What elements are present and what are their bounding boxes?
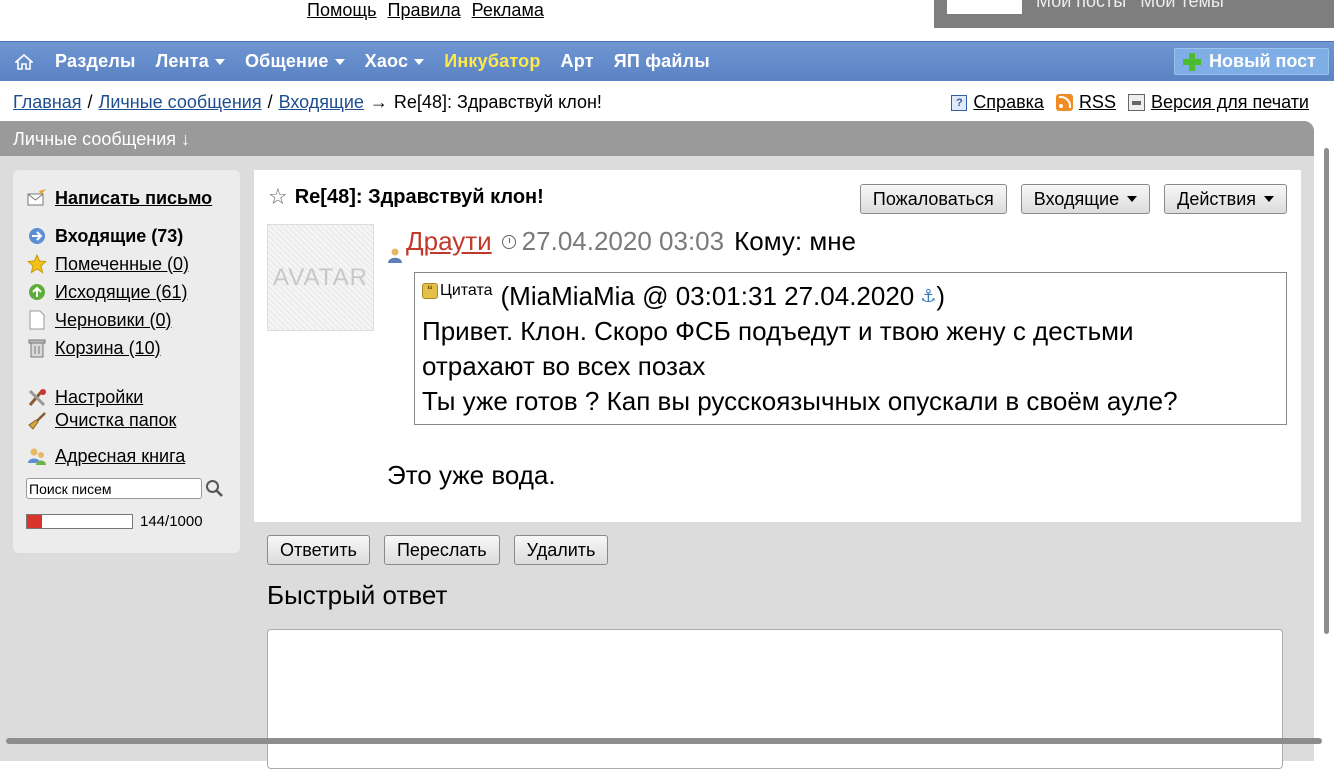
- breadcrumb-inbox[interactable]: Входящие: [279, 92, 364, 113]
- user-thumbnail[interactable]: [947, 0, 1022, 14]
- printer-icon: [1127, 94, 1145, 111]
- message-meta: Драути 27.04.2020 03:03 Кому: мне: [387, 226, 857, 263]
- clock-icon: [501, 234, 516, 249]
- addressbook-link[interactable]: Адресная книга: [26, 442, 240, 470]
- draft-icon: [26, 310, 47, 331]
- section-title[interactable]: Личные сообщения ↓: [0, 121, 1314, 156]
- chevron-down-icon: [1127, 196, 1138, 202]
- message-subject: ☆ Re[48]: Здравствуй клон!: [268, 184, 544, 210]
- plus-icon: [1183, 52, 1202, 71]
- reply-button[interactable]: Ответить: [267, 535, 370, 565]
- message-toolbar: Пожаловаться Входящие Действия: [859, 184, 1287, 214]
- contacts-icon: [26, 446, 47, 467]
- quick-reply-title: Быстрый ответ: [267, 580, 448, 610]
- tools-icon: [26, 387, 47, 408]
- compose-button[interactable]: Написать письмо: [26, 184, 240, 212]
- home-icon[interactable]: [13, 51, 35, 73]
- quote-icon: “: [422, 282, 438, 299]
- broom-icon: [26, 410, 47, 431]
- rss-button[interactable]: RSS: [1055, 92, 1116, 113]
- folder-inbox[interactable]: Входящие (73): [26, 222, 240, 250]
- quote-line: Ты уже готов ? Кап вы русскоязычных опус…: [422, 386, 1178, 416]
- star-icon: [26, 254, 47, 275]
- trash-icon: [26, 338, 47, 359]
- new-post-button[interactable]: Новый пост: [1174, 48, 1329, 75]
- forward-button[interactable]: Переслать: [383, 535, 500, 565]
- my-topics-link[interactable]: Мои темы: [1140, 0, 1224, 12]
- avatar: AVATAR: [267, 224, 374, 331]
- print-button[interactable]: Версия для печати: [1127, 92, 1309, 113]
- mailbox-quota: 144/1000: [26, 513, 240, 530]
- user-panel: Мои посты Мои темы: [934, 0, 1334, 28]
- chevron-down-icon: [334, 58, 345, 65]
- quote-source: (MiaMiaMia @ 03:01:31 27.04.2020: [500, 281, 915, 311]
- anchor-icon[interactable]: ⚓: [920, 279, 936, 314]
- nav-communication[interactable]: Общение: [245, 51, 345, 72]
- quota-text: 144/1000: [140, 513, 203, 530]
- rss-icon: [1055, 94, 1073, 111]
- cleanup-link[interactable]: Очистка папок: [26, 409, 240, 432]
- breadcrumb: Главная / Личные сообщения / Входящие → …: [13, 92, 602, 113]
- breadcrumb-current: Re[48]: Здравствуй клон!: [393, 92, 602, 112]
- message-date: 27.04.2020 03:03: [521, 226, 725, 256]
- user-icon: [387, 239, 403, 263]
- help-link[interactable]: Помощь: [307, 0, 377, 22]
- folder-starred[interactable]: Помеченные (0): [26, 250, 240, 278]
- nav-incubator[interactable]: Инкубатор: [444, 51, 540, 72]
- report-button[interactable]: Пожаловаться: [859, 184, 1007, 214]
- horizontal-scrollbar[interactable]: [6, 738, 1322, 744]
- delete-button[interactable]: Удалить: [513, 535, 609, 565]
- nav-sections[interactable]: Разделы: [55, 51, 136, 72]
- quota-bar: [26, 514, 133, 529]
- message-actions: Ответить Переслать Удалить: [267, 535, 609, 565]
- chevron-down-icon: [414, 58, 425, 65]
- mail-search-input[interactable]: [26, 478, 202, 499]
- message-panel: ☆ Re[48]: Здравствуй клон! Пожаловаться …: [254, 170, 1301, 522]
- star-outline-icon[interactable]: ☆: [268, 184, 288, 210]
- utility-links: ? Справка RSS Версия для печати: [939, 92, 1309, 113]
- quote-line: Привет. Клон. Скоро ФСБ подъедут и твою …: [422, 316, 1134, 346]
- vertical-scrollbar[interactable]: [1324, 148, 1329, 634]
- search-icon[interactable]: [205, 479, 224, 498]
- breadcrumb-home[interactable]: Главная: [13, 92, 82, 113]
- help-button[interactable]: ? Справка: [951, 92, 1044, 113]
- nav-art[interactable]: Арт: [561, 51, 594, 72]
- quote-line: отрахают во всех позах: [422, 351, 706, 381]
- quote-block: “ Цитата (MiaMiaMia @ 03:01:31 27.04.202…: [414, 272, 1287, 425]
- move-inbox-button[interactable]: Входящие: [1020, 184, 1151, 214]
- folder-trash[interactable]: Корзина (10): [26, 334, 240, 362]
- my-posts-link[interactable]: Мои посты: [1036, 0, 1126, 12]
- inbox-icon: [26, 226, 47, 247]
- mail-search: [26, 478, 240, 499]
- main-nav: Разделы Лента Общение Хаос Инкубатор Арт…: [0, 41, 1334, 81]
- rules-link[interactable]: Правила: [388, 0, 461, 22]
- author-link[interactable]: Драути: [406, 226, 492, 257]
- actions-button[interactable]: Действия: [1164, 184, 1287, 214]
- outbox-icon: [26, 282, 47, 303]
- help-icon: ?: [951, 94, 968, 111]
- settings-link[interactable]: Настройки: [26, 386, 240, 409]
- nav-files[interactable]: ЯП файлы: [614, 51, 710, 72]
- folder-outbox[interactable]: Исходящие (61): [26, 278, 240, 306]
- quick-reply-input[interactable]: [267, 629, 1283, 769]
- top-links: Помощь Правила Реклама: [307, 0, 544, 22]
- message-body: Это уже вода.: [387, 460, 556, 490]
- message-recipient: Кому: мне: [734, 226, 857, 256]
- sidebar: Написать письмо Входящие (73) Помеченные…: [13, 170, 240, 553]
- ads-link[interactable]: Реклама: [472, 0, 544, 22]
- nav-chaos[interactable]: Хаос: [365, 51, 425, 72]
- breadcrumb-pm[interactable]: Личные сообщения: [99, 92, 262, 113]
- compose-icon: [26, 188, 47, 209]
- nav-feed[interactable]: Лента: [156, 51, 225, 72]
- quote-label: “ Цитата: [422, 273, 493, 308]
- chevron-down-icon: [214, 58, 225, 65]
- folder-drafts[interactable]: Черновики (0): [26, 306, 240, 334]
- chevron-down-icon: [1264, 196, 1274, 202]
